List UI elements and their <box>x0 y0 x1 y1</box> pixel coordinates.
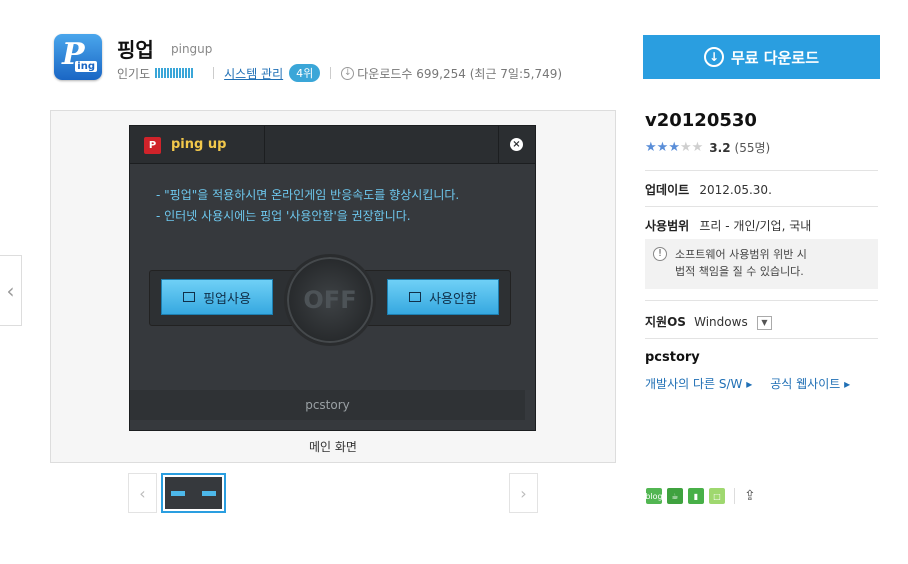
screenshot-notice-2: - 인터넷 사용시에는 핑업 '사용안함'을 권장합니다. <box>156 209 411 223</box>
download-count-icon: ↓ <box>341 66 355 80</box>
divider <box>330 67 332 79</box>
app-subtitle: pingup <box>171 42 213 56</box>
app-icon: Ping <box>54 34 102 80</box>
chevron-down-icon[interactable]: ▼ <box>756 315 772 330</box>
version: v20120530 <box>645 110 757 131</box>
update-row: 업데이트 2012.05.30. <box>645 183 772 197</box>
free-download-button[interactable]: ↓ 무료 다운로드 <box>643 35 880 79</box>
screenshot-use-button: 핑업사용 <box>161 279 273 315</box>
developer-name: pcstory <box>645 350 700 365</box>
os-row: 지원OS Windows ▼ <box>645 313 772 330</box>
screenshot-footer: pcstory <box>130 390 525 420</box>
divider <box>645 170 878 171</box>
bookmark-share-icon[interactable]: ▮ <box>688 488 704 504</box>
blog-share-icon[interactable]: blog <box>645 488 663 504</box>
screenshot-app-name: ping up <box>171 137 227 152</box>
share-bar: blog ☕ ▮ □ ⇪ <box>645 488 760 504</box>
developer-links: 개발사의 다른 S/W ▸ 공식 웹사이트 ▸ <box>645 375 850 392</box>
memo-share-icon[interactable]: □ <box>709 488 725 504</box>
divider <box>734 488 735 504</box>
popularity-bar <box>155 68 194 78</box>
app-title: 핑업 <box>117 38 154 62</box>
rating-score: 3.2 <box>709 140 731 155</box>
thumbnail[interactable] <box>161 473 226 513</box>
os-value: Windows <box>694 315 748 329</box>
update-date: 2012.05.30. <box>699 183 772 197</box>
rank-badge: 4위 <box>289 64 321 82</box>
close-icon: × <box>510 138 523 151</box>
popularity-label: 인기도 <box>117 66 151 81</box>
official-site-link[interactable]: 공식 웹사이트 ▸ <box>770 375 850 392</box>
share-icon[interactable]: ⇪ <box>744 488 760 504</box>
prev-page-arrow-icon[interactable]: ‹ <box>0 255 22 326</box>
pingup-logo-icon: P <box>144 137 161 154</box>
other-software-link[interactable]: 개발사의 다른 S/W ▸ <box>645 375 752 392</box>
license-row: 사용범위 프리 - 개인/기업, 국내 <box>645 219 812 233</box>
star-rating-icon: ★★★★★ <box>645 140 704 155</box>
license-value: 프리 - 개인/기업, 국내 <box>699 219 812 233</box>
divider <box>213 67 215 79</box>
app-meta: 인기도 시스템 관리 4위 ↓ 다운로드수 699,254 (최근 7일:5,7… <box>117 64 563 82</box>
thumb-prev-icon[interactable]: ‹ <box>128 473 157 513</box>
thumb-next-icon[interactable]: › <box>509 473 538 513</box>
warning-icon: ! <box>653 247 667 261</box>
download-button-label: 무료 다운로드 <box>730 48 820 67</box>
divider <box>645 300 878 301</box>
screenshot-caption: 메인 화면 <box>309 440 357 454</box>
divider <box>645 338 878 339</box>
license-warning: ! 소프트웨어 사용범위 위반 시 법적 책임을 질 수 있습니다. <box>645 239 878 289</box>
download-count: 다운로드수 699,254 (최근 7일:5,749) <box>357 66 563 81</box>
screenshot-off-dial: OFF <box>284 254 376 346</box>
cafe-share-icon[interactable]: ☕ <box>667 488 683 504</box>
rating-count: (55명) <box>734 141 771 155</box>
divider <box>645 206 878 207</box>
screenshot-disable-button: 사용안함 <box>387 279 499 315</box>
app-screenshot[interactable]: P ping up × - "핑업"을 적용하시면 온라인게임 반응속도를 향상… <box>129 125 536 431</box>
exit-icon <box>409 292 422 302</box>
rating: ★★★★★ 3.2 (55명) <box>645 139 770 156</box>
screenshot-notice-1: - "핑업"을 적용하시면 온라인게임 반응속도를 향상시킵니다. <box>156 188 460 202</box>
category-link[interactable]: 시스템 관리 <box>224 65 283 82</box>
laptop-icon <box>183 292 196 302</box>
download-icon: ↓ <box>703 47 724 67</box>
